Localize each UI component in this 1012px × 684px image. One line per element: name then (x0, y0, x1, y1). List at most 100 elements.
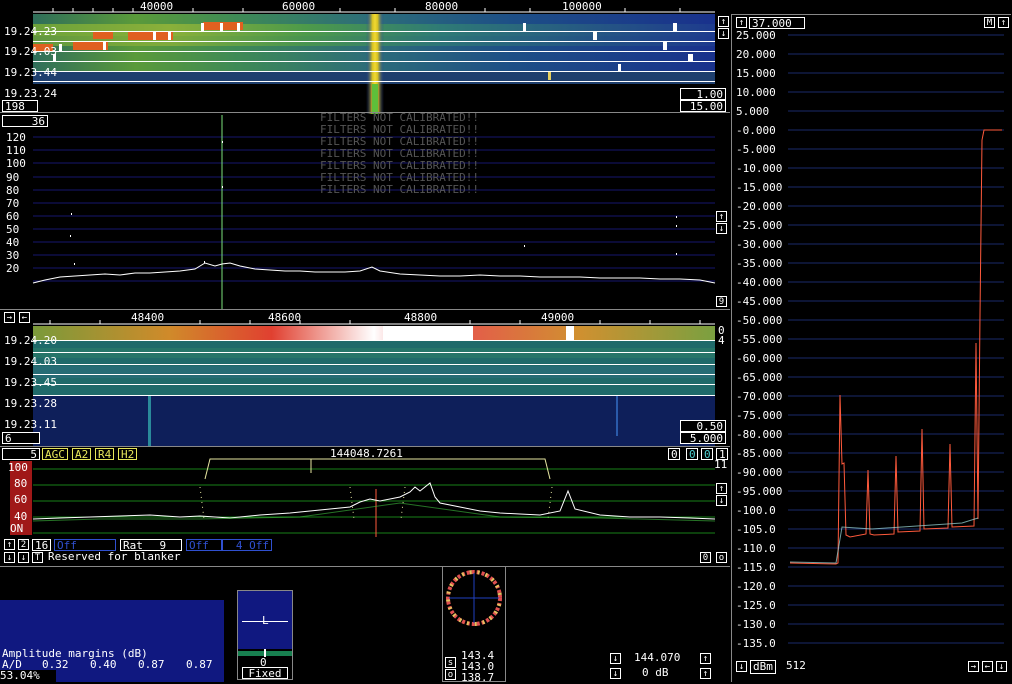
control-box-right[interactable]: 0 (700, 552, 711, 563)
right-graph-y-tick: 5.000 (736, 105, 769, 118)
control-panel: ↑ 2 16 Off Rat 9 Off 4 Off ↓ ↓ T Reserve… (0, 538, 730, 566)
hires-box-right-b[interactable]: 5.000 (680, 432, 726, 444)
right-graph-y-tick: -15.000 (736, 181, 782, 194)
right-graph-y-tick: -130.0 (736, 618, 776, 631)
filters-warning: FILTERS NOT CALIBRATED!! (320, 183, 479, 196)
control-t-button[interactable]: T (32, 552, 43, 563)
hires-time-label: 19.24.20 (4, 334, 57, 347)
wide-waterfall-up-arrow-icon[interactable]: ↑ (718, 16, 729, 27)
phase-circle (446, 570, 502, 626)
wide-waterfall-box-left[interactable]: 198 (2, 100, 38, 112)
baseband-up-arrow-icon[interactable]: ↑ (716, 483, 727, 494)
right-graph-y-tick: -115.0 (736, 561, 776, 574)
right-graph-unit: dBm (750, 660, 776, 674)
hires-waterfall-panel: → ← 48400 48600 48800 49000 19.24.20 19.… (0, 310, 730, 446)
right-graph-plot: 25.000 20.000 15.000 10.000 5.000 -0.000 -5.00… (736, 29, 1004, 650)
right-graph-y-tick: -30.000 (736, 238, 782, 251)
wide-spectrum-y-tick: 70 (6, 197, 19, 210)
wide-waterfall-down-arrow-icon[interactable]: ↓ (718, 28, 729, 39)
s-meter-mode-button[interactable]: Fixed (242, 667, 288, 679)
gain-up-arrow-icon[interactable]: ↑ (700, 668, 711, 679)
hires-freq-tick: 49000 (541, 311, 574, 324)
right-graph-y-tick: -95.000 (736, 485, 782, 498)
right-graph-y-tick: -40.000 (736, 276, 782, 289)
right-graph-y-tick: -80.000 (736, 428, 782, 441)
hires-box-right-mid: 4 (718, 334, 725, 347)
right-graph-trace-white (789, 517, 979, 564)
right-graph-left-arrow-icon[interactable]: ← (982, 661, 993, 672)
filters-warning-group: FILTERS NOT CALIBRATED!! FILTERS NOT CAL… (320, 113, 479, 196)
ad-value: 0.40 (90, 658, 117, 671)
wide-freq-tick: 60000 (282, 0, 315, 13)
wide-time-label: 19.24.23 (4, 25, 57, 38)
hires-time-label: 19.24.03 (4, 355, 57, 368)
hires-time-label: 19.23.11 (4, 418, 57, 431)
baseband-down-arrow-icon[interactable]: ↓ (716, 495, 727, 506)
baseband-panel: 5 AGC A2 R4 H2 144048.7261 0 0 0 1 11 10… (0, 446, 730, 538)
wide-spectrum-down-arrow-icon[interactable]: ↓ (716, 223, 727, 234)
freq-control-frequency: 144.070 (634, 651, 681, 664)
wide-spectrum-y-tick: 40 (6, 236, 19, 249)
wide-spectrum-y-tick: 80 (6, 184, 19, 197)
wide-freq-tick: 100000 (562, 0, 602, 13)
freq-up-arrow-icon[interactable]: ↑ (700, 653, 711, 664)
wide-spectrum-y-tick: 50 (6, 223, 19, 236)
hires-time-label: 19.23.28 (4, 397, 57, 410)
right-graph-y-tick: -25.000 (736, 219, 782, 232)
right-graph-y-tick: -10.000 (736, 162, 782, 175)
hires-waterfall-image (33, 326, 715, 446)
phase-o-button[interactable]: o (445, 669, 456, 680)
right-graph-right-arrow-icon[interactable]: → (968, 661, 979, 672)
right-graph-y-tick: -90.000 (736, 466, 782, 479)
ad-percent: 53.04% (0, 669, 40, 682)
wide-spectrum-up-arrow-icon[interactable]: ↑ (716, 211, 727, 222)
wide-waterfall-box-right-top[interactable]: 1.00 (680, 88, 726, 100)
right-graph-y-tick: -120.0 (736, 580, 776, 593)
wide-spectrum-y-tick: 30 (6, 249, 19, 262)
hires-time-label: 19.23.45 (4, 376, 57, 389)
wide-spectrum-box-bottom-right[interactable]: 9 (716, 296, 727, 307)
wide-spectrum-y-tick: 90 (6, 171, 19, 184)
right-graph-count: 512 (786, 659, 806, 672)
hires-freq-tick: 48600 (268, 311, 301, 324)
right-graph-down-arrow-icon-2[interactable]: ↓ (996, 661, 1007, 672)
s-meter-marker: L (262, 614, 269, 627)
right-graph-y-tick: 10.000 (736, 86, 776, 99)
phase-panel: s o 143.4 143.0 138.7 (442, 566, 506, 684)
right-graph-y-tick: -20.000 (736, 200, 782, 213)
hires-freq-tick: 48800 (404, 311, 437, 324)
control-off-2[interactable]: Off (186, 539, 222, 551)
right-graph-y-tick: -105.0 (736, 523, 776, 536)
wide-time-label: 19.23.24 (4, 87, 57, 100)
right-graph-y-tick: -70.000 (736, 390, 782, 403)
control-down-arrow-icon-2[interactable]: ↓ (18, 552, 29, 563)
wide-spectrum-trace (32, 262, 716, 284)
control-off-3[interactable]: 4 Off (222, 539, 272, 551)
control-up-arrow-icon[interactable]: ↑ (4, 539, 15, 550)
wide-spectrum-graph: 120 110 100 90 80 70 60 50 40 30 20 FILT… (6, 113, 716, 309)
gain-down-arrow-icon[interactable]: ↓ (610, 668, 621, 679)
control-down-arrow-icon[interactable]: ↓ (4, 552, 15, 563)
hires-box-left-bottom[interactable]: 6 (2, 432, 40, 444)
right-graph-y-tick: -50.000 (736, 314, 782, 327)
wide-waterfall-panel: 40000 60000 80000 100000 19.24.23 19.24.… (0, 0, 730, 114)
freq-down-arrow-icon[interactable]: ↓ (610, 653, 621, 664)
wide-spectrum-panel: 36 120 110 100 90 80 70 60 50 40 30 20 F… (0, 112, 730, 310)
wide-spectrum-y-tick: 120 (6, 131, 26, 144)
right-graph-down-arrow-icon[interactable]: ↓ (736, 661, 747, 672)
right-graph-y-tick: -0.000 (736, 124, 776, 137)
freq-control-gain: 0 dB (642, 666, 669, 679)
wide-spectrum-y-tick: 100 (6, 157, 26, 170)
control-value-box[interactable]: 2 (18, 539, 29, 550)
wide-time-label: 19.24.03 (4, 45, 57, 58)
phase-s-button[interactable]: s (445, 657, 456, 668)
right-graph-y-tick: 15.000 (736, 67, 776, 80)
hires-freq-tick: 48400 (131, 311, 164, 324)
right-graph-y-tick: 20.000 (736, 48, 776, 61)
hires-box-right-a[interactable]: 0.50 (680, 420, 726, 432)
wide-waterfall-box-right-bottom[interactable]: 15.00 (680, 100, 726, 112)
wide-spectrum-y-tick: 60 (6, 210, 19, 223)
wide-time-label: 19.23.44 (4, 66, 57, 79)
right-graph-panel: ↑ 37.000 M ↑ 25.000 20.000 15.000 10.000 5.0… (731, 14, 1011, 682)
control-o-button[interactable]: o (716, 552, 727, 563)
